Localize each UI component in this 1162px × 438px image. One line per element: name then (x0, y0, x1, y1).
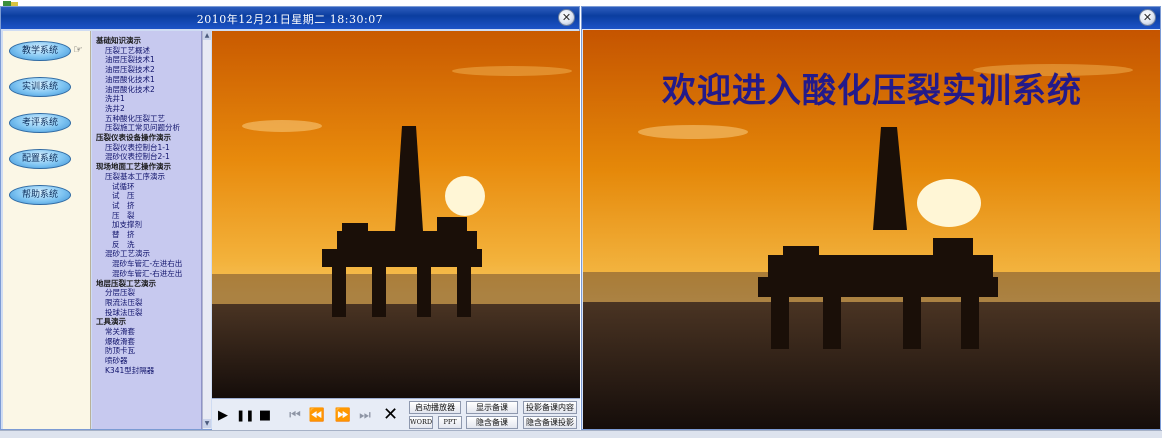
tree-item[interactable]: K341型封隔器 (105, 366, 154, 375)
tree-category[interactable]: 基础知识演示 (96, 36, 141, 45)
hide-projection-button[interactable]: 隐含备课投影 (523, 416, 577, 429)
tree-item[interactable]: 替 挤 (112, 230, 135, 239)
pointing-hand-icon: ☞ (73, 43, 83, 56)
skip-to-end-button[interactable]: ⏭ (356, 407, 374, 424)
tree-item[interactable]: 分层压裂 (105, 288, 135, 297)
tree-category[interactable]: 现场地面工艺操作演示 (96, 162, 171, 171)
tree-item[interactable]: 试 挤 (112, 201, 135, 210)
tree-item[interactable]: 油层酸化技术1 (105, 75, 155, 84)
tree-item[interactable]: 混砂车管汇-左进右出 (112, 259, 182, 268)
tree-item[interactable]: 限流法压裂 (105, 298, 143, 307)
tree-item[interactable]: 洗井1 (105, 94, 125, 103)
nav-teaching-system-button[interactable]: 教学系统 (9, 41, 71, 61)
sun-icon (917, 179, 981, 227)
tree-item[interactable]: 投球法压裂 (105, 308, 143, 317)
close-video-button[interactable]: ✕ (383, 406, 398, 424)
tree-item[interactable]: 试 压 (112, 191, 135, 200)
tree-item[interactable]: 加支撑剂 (112, 220, 142, 229)
tree-category[interactable]: 地层压裂工艺演示 (96, 279, 156, 288)
tree-item[interactable]: 反 洗 (112, 240, 135, 249)
tree-item[interactable]: 压裂仪表控制台1-1 (105, 143, 170, 152)
tree-category[interactable]: 压裂仪表设备操作演示 (96, 133, 171, 142)
play-button[interactable]: ▶ (216, 407, 230, 424)
pause-button[interactable]: ❚❚ (236, 407, 254, 424)
lesson-tree: 基础知识演示 压裂工艺概述 油层压裂技术1 油层压裂技术2 油层酸化技术1 油层酸化技术2… (92, 31, 202, 429)
tree-item[interactable]: 试循环 (112, 182, 135, 191)
show-notes-button[interactable]: 显示备课 (466, 401, 518, 414)
nav-help-system-button[interactable]: 帮助系统 (9, 185, 71, 205)
rewind-button[interactable]: ⏪ (308, 407, 326, 424)
hide-notes-button[interactable]: 隐含备课 (466, 416, 518, 429)
start-player-button[interactable]: 启动播放器 (409, 401, 461, 414)
tree-item[interactable]: 常关滑套 (105, 327, 135, 336)
sun-icon (445, 176, 485, 216)
close-button[interactable]: ✕ (1139, 9, 1156, 26)
projection-window: ✕ 欢迎进入酸化压裂实训系统 (581, 6, 1161, 430)
system-nav: 教学系统 ☞ 实训系统 考评系统 配置系统 帮助系统 (3, 31, 91, 429)
tree-item[interactable]: 油层压裂技术1 (105, 55, 155, 64)
tree-item[interactable]: 油层酸化技术2 (105, 85, 155, 94)
tree-item[interactable]: 洗井2 (105, 104, 125, 113)
welcome-heading: 欢迎进入酸化压裂实训系统 (662, 71, 1082, 111)
fast-forward-button[interactable]: ⏩ (334, 407, 352, 424)
title-bar (582, 7, 1160, 29)
tree-item[interactable]: 喷砂器 (105, 356, 128, 365)
tree-item[interactable]: 爆破滑套 (105, 337, 135, 346)
tree-item[interactable]: 混砂仪表控制台2-1 (105, 152, 170, 161)
tree-category[interactable]: 工具演示 (96, 317, 126, 326)
tree-item[interactable]: 压裂基本工序演示 (105, 172, 165, 181)
tree-item[interactable]: 压裂施工常见问题分析 (105, 123, 180, 132)
tree-item[interactable]: 五种酸化压裂工艺 (105, 114, 165, 123)
tree-item[interactable]: 压 裂 (112, 211, 135, 220)
stop-button[interactable]: ■ (258, 407, 272, 424)
status-bar (0, 430, 1162, 438)
app-root: 2010年12月21日星期二 18:30:07 ✕ 教学系统 ☞ 实训系统 考评… (0, 0, 1162, 438)
close-button[interactable]: ✕ (558, 9, 575, 26)
video-frame (212, 31, 580, 398)
tree-item[interactable]: 油层压裂技术2 (105, 65, 155, 74)
tree-scrollbar[interactable]: ▲ ▼ (202, 31, 211, 429)
skip-to-start-button[interactable]: ⏮ (286, 407, 304, 424)
nav-assessment-system-button[interactable]: 考评系统 (9, 113, 71, 133)
projection-content-button[interactable]: 投影备课内容 (523, 401, 577, 414)
ppt-button[interactable]: PPT (438, 416, 462, 429)
word-button[interactable]: WORD (409, 416, 433, 429)
tree-item[interactable]: 混砂工艺演示 (105, 249, 150, 258)
nav-training-system-button[interactable]: 实训系统 (9, 77, 71, 97)
tree-item[interactable]: 防顶卡瓦 (105, 346, 135, 355)
tree-item[interactable]: 压裂工艺概述 (105, 46, 150, 55)
window-title: 2010年12月21日星期二 18:30:07 (196, 13, 384, 26)
title-bar: 2010年12月21日星期二 18:30:07 (1, 7, 579, 29)
scroll-down-icon[interactable]: ▼ (203, 419, 211, 428)
playback-controls: ▶ ❚❚ ■ ⏮ ⏪ ⏩ ⏭ ✕ 启动播放器 显示备课 投影备课内容 WORD … (212, 398, 580, 431)
teaching-window: 2010年12月21日星期二 18:30:07 ✕ 教学系统 ☞ 实训系统 考评… (0, 6, 580, 431)
tree-item[interactable]: 混砂车管汇-右进左出 (112, 269, 182, 278)
scroll-up-icon[interactable]: ▲ (203, 31, 211, 40)
nav-config-system-button[interactable]: 配置系统 (9, 149, 71, 169)
